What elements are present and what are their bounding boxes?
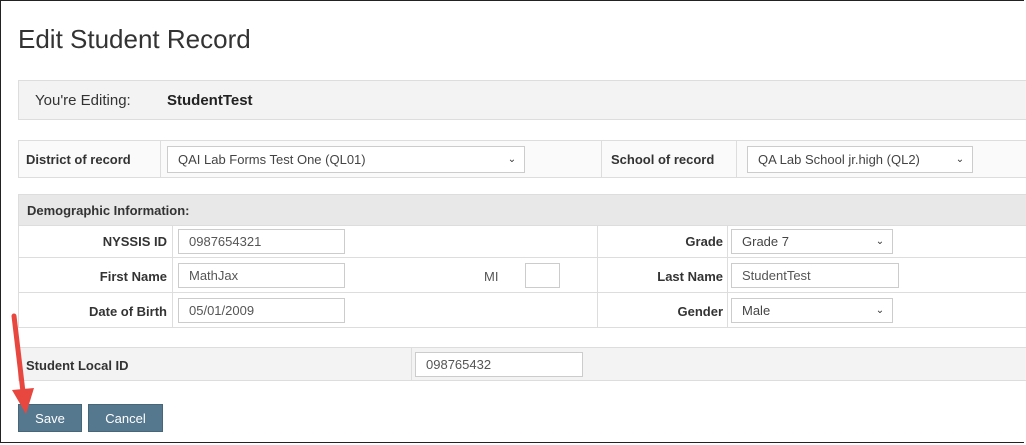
last-name-label: Last Name (657, 269, 723, 284)
date-of-birth-label: Date of Birth (89, 304, 167, 319)
editing-label: You're Editing: (35, 92, 131, 109)
last-name-value: StudentTest (742, 268, 811, 283)
mi-label: MI (484, 269, 499, 284)
grade-select-value: Grade 7 (742, 234, 789, 249)
school-select-value: QA Lab School jr.high (QL2) (758, 152, 920, 167)
student-local-id-row: Student Local ID 098765432 (18, 347, 1026, 381)
district-select[interactable]: QAI Lab Forms Test One (QL01) ⌄ (167, 146, 525, 173)
nyssis-id-input[interactable]: 0987654321 (178, 229, 345, 254)
chevron-down-icon: ⌄ (507, 154, 517, 165)
gender-select[interactable]: Male ⌄ (731, 298, 893, 323)
divider (19, 292, 1026, 293)
first-name-value: MathJax (189, 268, 239, 283)
school-label: School of record (611, 152, 715, 167)
editing-banner: You're Editing: StudentTest (18, 80, 1026, 120)
nyssis-id-label: NYSSIS ID (102, 234, 167, 249)
divider (727, 225, 728, 327)
date-of-birth-input[interactable]: 05/01/2009 (178, 298, 345, 323)
divider (172, 225, 173, 327)
student-local-id-value: 098765432 (426, 357, 492, 372)
divider (736, 141, 737, 177)
student-local-id-label: Student Local ID (26, 358, 129, 373)
nyssis-id-value: 0987654321 (189, 234, 262, 249)
divider (411, 348, 412, 380)
district-label: District of record (26, 152, 131, 167)
mi-input[interactable] (525, 263, 560, 288)
editing-student-name: StudentTest (167, 92, 253, 109)
annotation-arrow-icon (11, 313, 34, 414)
first-name-input[interactable]: MathJax (178, 263, 345, 288)
grade-label: Grade (685, 234, 723, 249)
page-title: Edit Student Record (18, 24, 251, 54)
last-name-input[interactable]: StudentTest (731, 263, 899, 288)
divider (19, 257, 1026, 258)
demographic-header: Demographic Information: (19, 195, 1026, 226)
divider (597, 225, 598, 327)
first-name-label: First Name (99, 269, 167, 284)
school-select[interactable]: QA Lab School jr.high (QL2) ⌄ (747, 146, 973, 173)
demographic-header-label: Demographic Information: (27, 203, 190, 218)
chevron-down-icon: ⌄ (875, 236, 885, 247)
gender-select-value: Male (742, 303, 771, 318)
chevron-down-icon: ⌄ (875, 305, 885, 316)
divider (160, 141, 161, 177)
demographic-section: Demographic Information: NYSSIS ID 09876… (18, 194, 1026, 328)
divider (601, 141, 602, 177)
district-select-value: QAI Lab Forms Test One (QL01) (178, 152, 366, 167)
grade-select[interactable]: Grade 7 ⌄ (731, 229, 893, 254)
cancel-button[interactable]: Cancel (88, 404, 163, 432)
record-row: District of record QAI Lab Forms Test On… (18, 140, 1026, 178)
chevron-down-icon: ⌄ (955, 154, 965, 165)
student-local-id-input[interactable]: 098765432 (415, 352, 583, 377)
gender-label: Gender (677, 304, 723, 319)
date-of-birth-value: 05/01/2009 (189, 303, 255, 318)
